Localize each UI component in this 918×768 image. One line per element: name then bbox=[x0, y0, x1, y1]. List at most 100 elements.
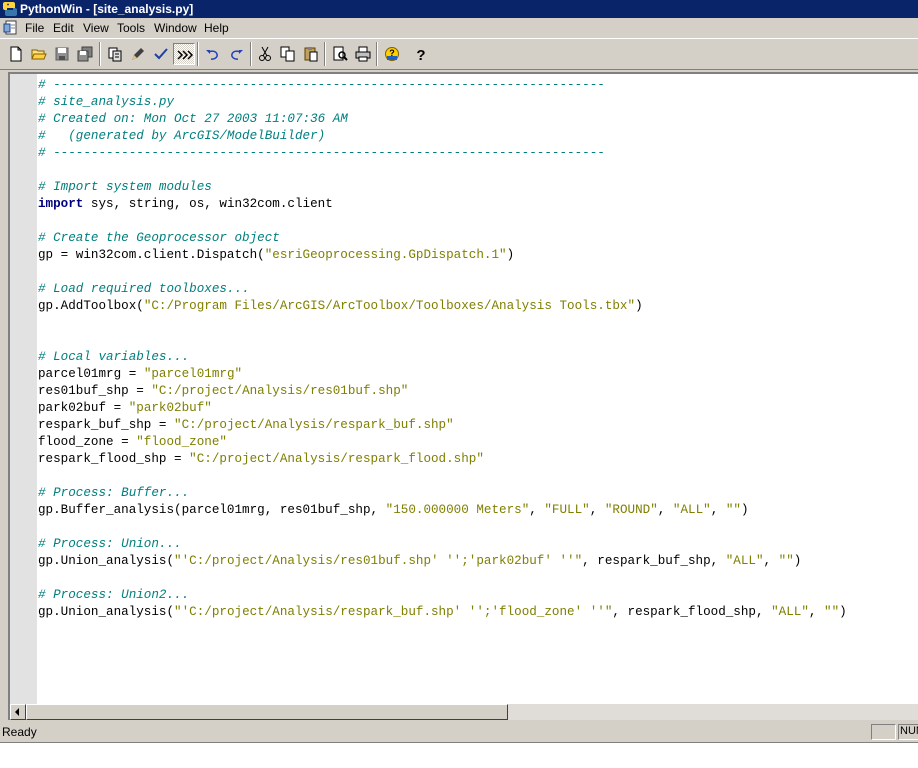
help-context-button[interactable]: ? bbox=[381, 43, 403, 65]
horizontal-scrollbar[interactable] bbox=[10, 704, 918, 720]
code-editor[interactable]: # --------------------------------------… bbox=[38, 77, 918, 704]
menu-view[interactable]: View bbox=[83, 21, 109, 35]
code-token-comment: # Created on: Mon Oct 27 2003 11:07:36 A… bbox=[38, 112, 348, 126]
code-token-plain: , bbox=[710, 503, 726, 517]
scroll-left-button[interactable] bbox=[10, 704, 26, 720]
code-token-str: "'C:/project/Analysis/respark_buf.shp' '… bbox=[174, 605, 613, 619]
code-token-plain: ) bbox=[740, 503, 749, 517]
printer-icon bbox=[355, 46, 371, 62]
code-token-plain: res01buf_shp = bbox=[38, 384, 152, 398]
code-line[interactable]: flood_zone = "flood_zone" bbox=[38, 434, 918, 451]
python-app-icon[interactable] bbox=[2, 1, 18, 17]
window-title: PythonWin - [site_analysis.py] bbox=[20, 2, 194, 16]
code-line[interactable]: gp.AddToolbox("C:/Program Files/ArcGIS/A… bbox=[38, 298, 918, 315]
code-line[interactable]: # Process: Union... bbox=[38, 536, 918, 553]
code-line[interactable]: respark_flood_shp = "C:/project/Analysis… bbox=[38, 451, 918, 468]
editor-margin[interactable] bbox=[10, 74, 37, 704]
arrow-left-icon bbox=[15, 708, 19, 716]
save-button[interactable] bbox=[51, 43, 73, 65]
code-token-plain: , bbox=[589, 503, 605, 517]
output-area[interactable] bbox=[0, 742, 918, 768]
code-line[interactable]: # Create the Geoprocessor object bbox=[38, 230, 918, 247]
check-button[interactable] bbox=[150, 43, 172, 65]
code-line[interactable]: # Import system modules bbox=[38, 179, 918, 196]
code-line[interactable] bbox=[38, 519, 918, 536]
code-token-plain: , respark_flood_shp, bbox=[612, 605, 772, 619]
code-token-comment: # (generated by ArcGIS/ModelBuilder) bbox=[38, 129, 326, 143]
new-file-button[interactable] bbox=[5, 43, 27, 65]
menu-edit[interactable]: Edit bbox=[53, 21, 74, 35]
code-line[interactable]: parcel01mrg = "parcel01mrg" bbox=[38, 366, 918, 383]
code-line[interactable] bbox=[38, 213, 918, 230]
code-token-str: "ROUND" bbox=[604, 503, 658, 517]
cut-button[interactable] bbox=[254, 43, 276, 65]
code-line[interactable]: res01buf_shp = "C:/project/Analysis/res0… bbox=[38, 383, 918, 400]
print-preview-button[interactable] bbox=[329, 43, 351, 65]
print-button[interactable] bbox=[352, 43, 374, 65]
paste-button[interactable] bbox=[300, 43, 322, 65]
code-line[interactable]: # Load required toolboxes... bbox=[38, 281, 918, 298]
code-line[interactable] bbox=[38, 468, 918, 485]
undo-button[interactable] bbox=[202, 43, 224, 65]
code-line[interactable]: gp.Buffer_analysis(parcel01mrg, res01buf… bbox=[38, 502, 918, 519]
code-token-plain: ) bbox=[839, 605, 847, 619]
code-token-comment: # Process: Buffer... bbox=[38, 486, 190, 500]
code-line[interactable] bbox=[38, 570, 918, 587]
code-line[interactable]: # Local variables... bbox=[38, 349, 918, 366]
code-line[interactable] bbox=[38, 315, 918, 332]
paste-clipboard-icon bbox=[304, 47, 318, 62]
code-line[interactable]: # site_analysis.py bbox=[38, 94, 918, 111]
menu-file[interactable]: File bbox=[25, 21, 44, 35]
code-token-plain: sys, string, os, win32com.client bbox=[83, 197, 333, 211]
copy-button[interactable] bbox=[277, 43, 299, 65]
code-token-plain: , bbox=[529, 503, 545, 517]
title-bar: PythonWin - [site_analysis.py] bbox=[0, 0, 918, 18]
code-line[interactable]: # Created on: Mon Oct 27 2003 11:07:36 A… bbox=[38, 111, 918, 128]
copy-format-button[interactable] bbox=[104, 43, 126, 65]
menu-tools[interactable]: Tools bbox=[117, 21, 145, 35]
code-token-str: "ALL" bbox=[771, 605, 809, 619]
document-icon[interactable] bbox=[3, 20, 19, 36]
help-button[interactable]: ? bbox=[410, 43, 432, 65]
num-lock-indicator: NUM bbox=[900, 725, 918, 737]
code-token-str: "150.000000 Meters" bbox=[385, 503, 530, 517]
code-token-plain: gp.Buffer_analysis(parcel01mrg, res01buf… bbox=[38, 503, 386, 517]
pencil-button[interactable] bbox=[127, 43, 149, 65]
code-token-plain: ) bbox=[506, 248, 515, 262]
code-token-plain: respark_buf_shp = bbox=[38, 418, 175, 432]
menu-help[interactable]: Help bbox=[204, 21, 229, 35]
code-token-str: "" bbox=[725, 503, 741, 517]
code-line[interactable]: # Process: Union2... bbox=[38, 587, 918, 604]
run-script-button[interactable] bbox=[173, 43, 195, 65]
code-token-str: "C:/Program Files/ArcGIS/ArcToolbox/Tool… bbox=[143, 299, 636, 313]
redo-button[interactable] bbox=[225, 43, 247, 65]
code-line[interactable]: gp.Union_analysis("'C:/project/Analysis/… bbox=[38, 553, 918, 570]
code-line[interactable] bbox=[38, 264, 918, 281]
code-line[interactable] bbox=[38, 162, 918, 179]
toolbar-separator bbox=[376, 42, 378, 66]
code-line[interactable]: # Process: Buffer... bbox=[38, 485, 918, 502]
menu-window[interactable]: Window bbox=[154, 21, 197, 35]
code-line[interactable]: respark_buf_shp = "C:/project/Analysis/r… bbox=[38, 417, 918, 434]
print-preview-icon bbox=[333, 46, 348, 61]
toolbar-separator bbox=[250, 42, 252, 66]
copy-icon bbox=[280, 46, 295, 62]
code-token-comment: # --------------------------------------… bbox=[38, 146, 605, 160]
code-line[interactable]: # --------------------------------------… bbox=[38, 77, 918, 94]
code-line[interactable]: park02buf = "park02buf" bbox=[38, 400, 918, 417]
code-token-comment: # Import system modules bbox=[38, 180, 212, 194]
open-file-button[interactable] bbox=[28, 43, 50, 65]
code-line[interactable]: import sys, string, os, win32com.client bbox=[38, 196, 918, 213]
code-line[interactable]: gp.Union_analysis("'C:/project/Analysis/… bbox=[38, 604, 918, 621]
save-all-button[interactable] bbox=[74, 43, 96, 65]
code-token-str: "FULL" bbox=[544, 503, 590, 517]
code-token-comment: # Create the Geoprocessor object bbox=[38, 231, 280, 245]
code-token-str: "C:/project/Analysis/respark_flood.shp" bbox=[189, 452, 484, 466]
code-line[interactable]: # (generated by ArcGIS/ModelBuilder) bbox=[38, 128, 918, 145]
scrollbar-thumb[interactable] bbox=[26, 704, 508, 720]
code-line[interactable]: gp = win32com.client.Dispatch("esriGeopr… bbox=[38, 247, 918, 264]
code-line[interactable]: # --------------------------------------… bbox=[38, 145, 918, 162]
undo-icon bbox=[206, 50, 218, 60]
svg-text:?: ? bbox=[416, 47, 425, 62]
code-line[interactable] bbox=[38, 332, 918, 349]
